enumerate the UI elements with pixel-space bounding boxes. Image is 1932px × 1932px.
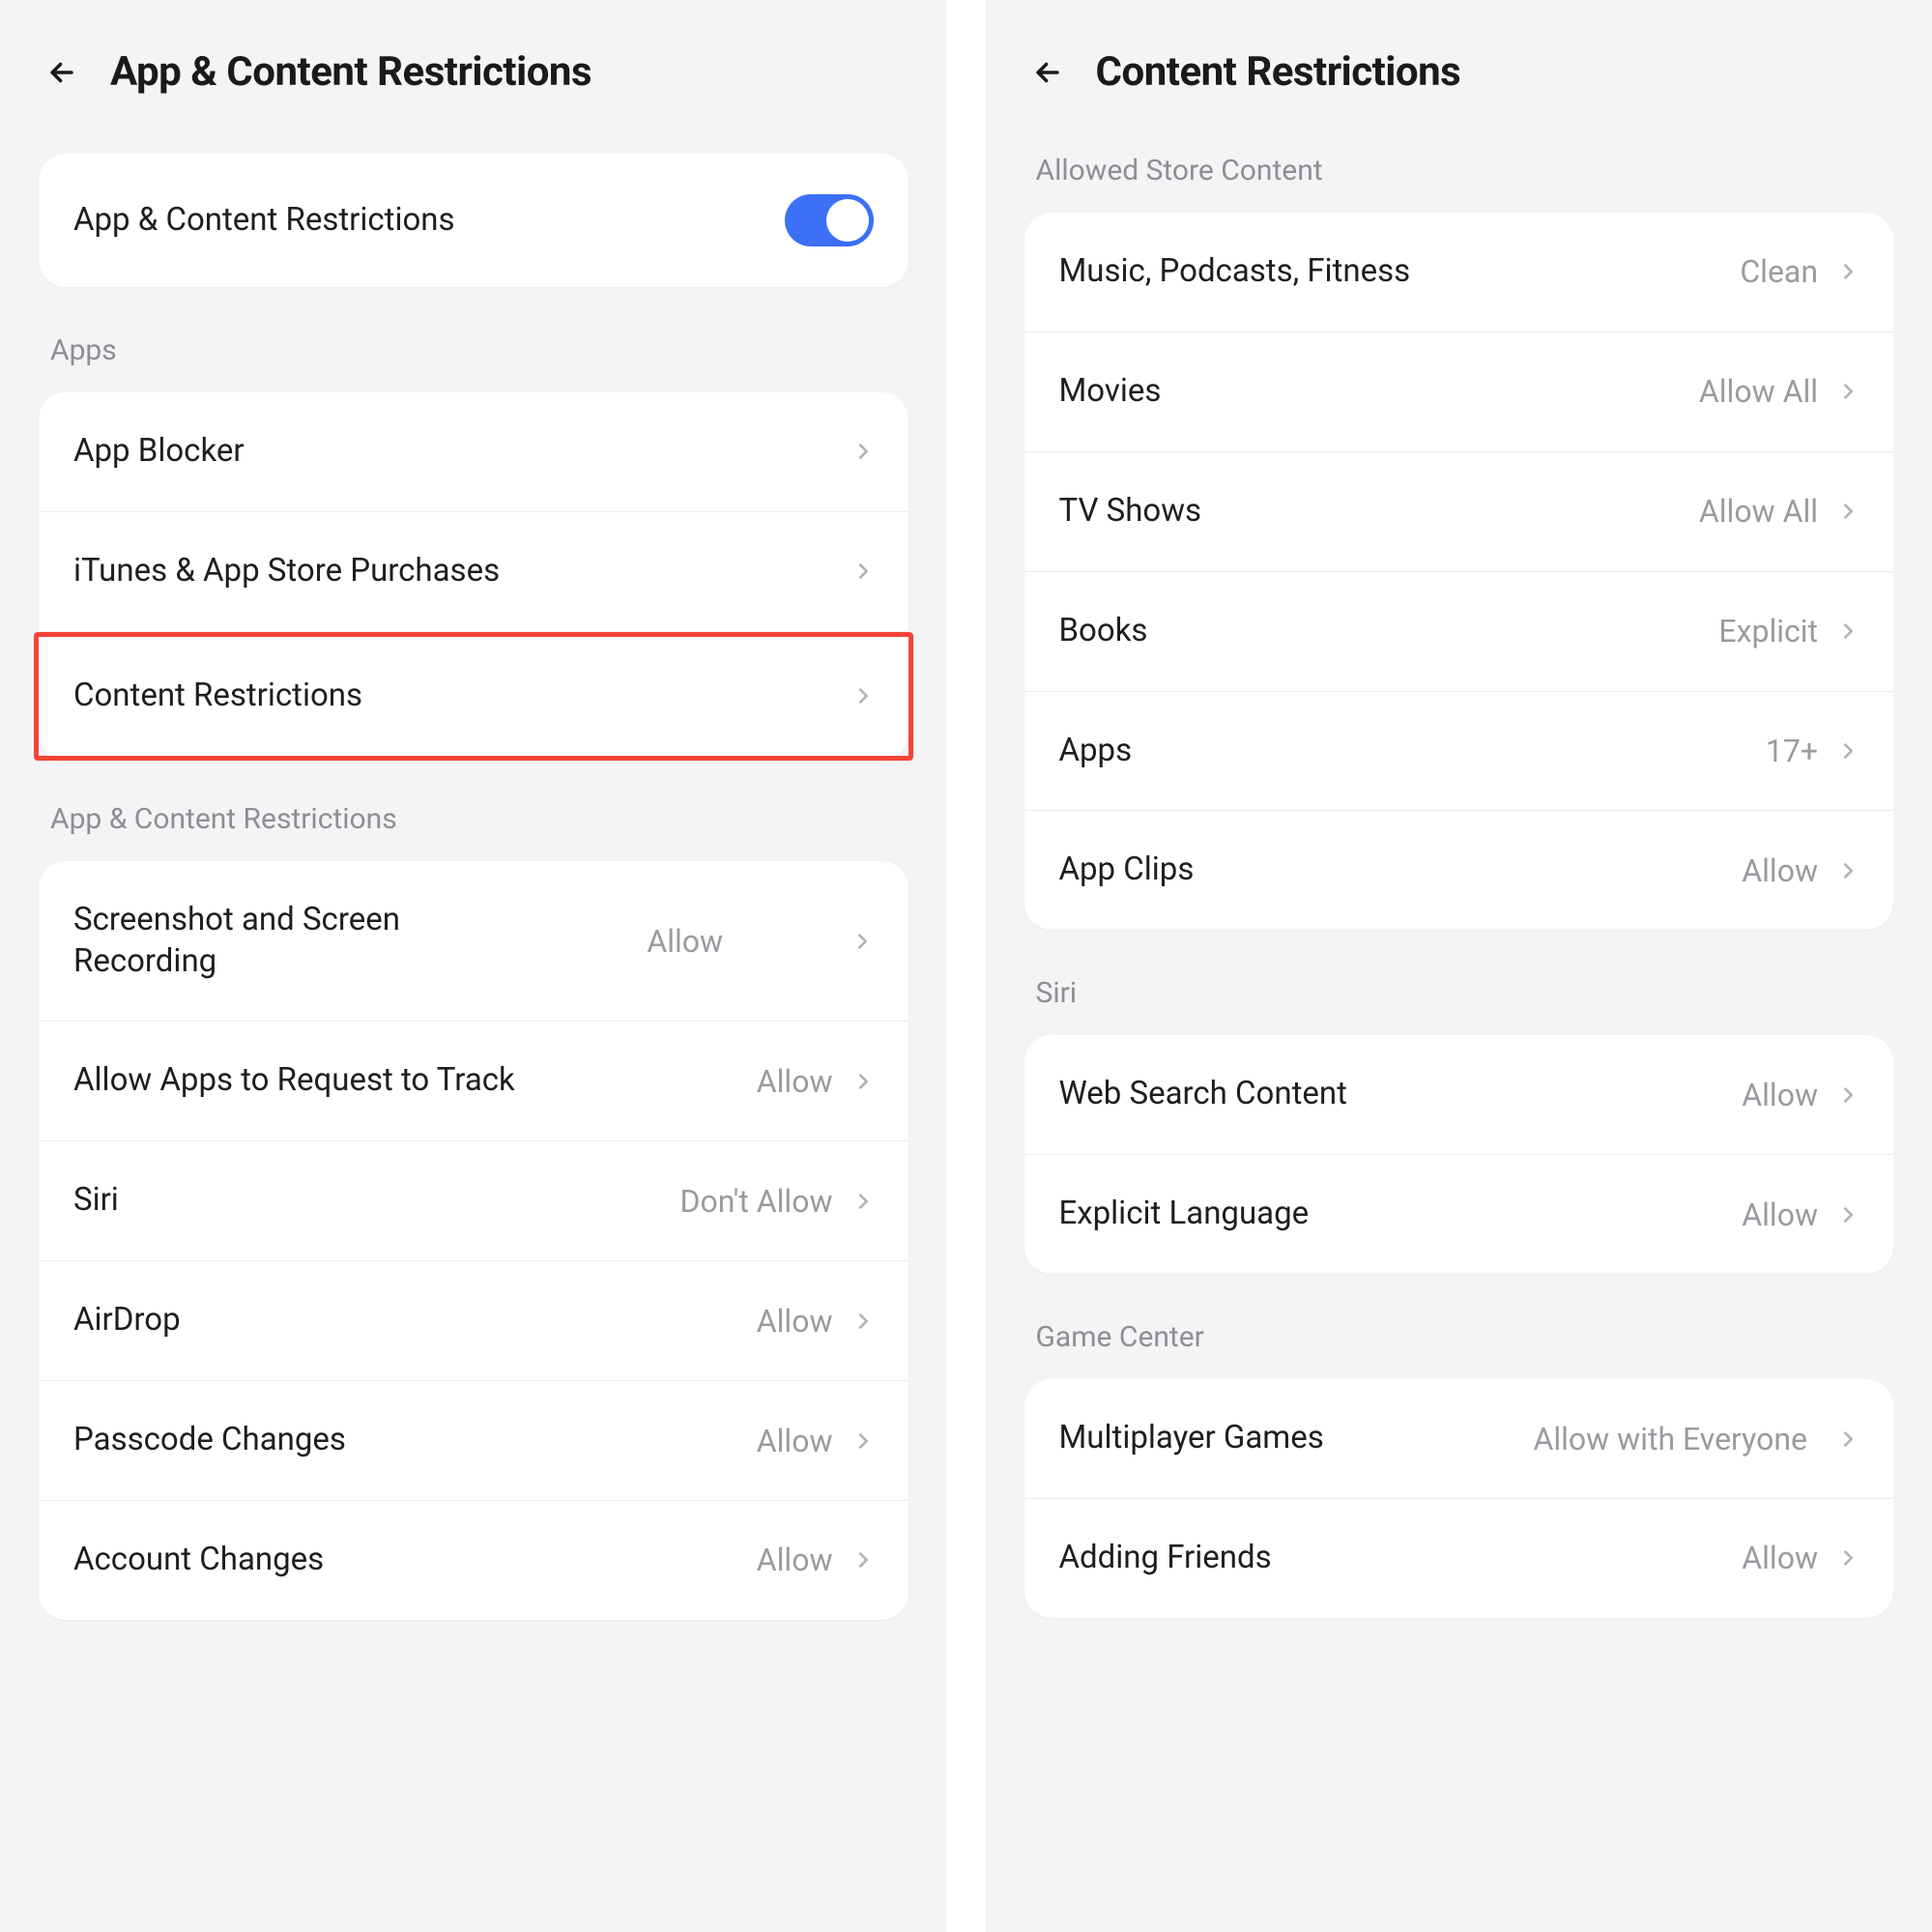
chevron-right-icon [1837,1547,1859,1569]
row-label: iTunes & App Store Purchases [73,551,852,592]
account-row[interactable]: Account Changes Allow [39,1501,908,1620]
chevron-right-icon [852,1549,874,1571]
row-value: Allow [757,1423,833,1459]
chevron-right-icon [852,561,874,582]
chevron-right-icon [852,1071,874,1092]
row-label: Siri [73,1180,679,1222]
music-row[interactable]: Music, Podcasts, Fitness Clean [1024,213,1894,332]
row-label: Music, Podcasts, Fitness [1059,251,1741,293]
chevron-right-icon [1837,1204,1859,1226]
row-value: Don't Allow [679,1183,832,1220]
back-button[interactable] [43,53,81,92]
back-button[interactable] [1028,53,1067,92]
row-label: Web Search Content [1059,1074,1743,1115]
row-label: Apps [1059,731,1766,772]
chevron-right-icon [852,685,874,706]
row-label: Explicit Language [1059,1194,1743,1235]
movies-row[interactable]: Movies Allow All [1024,332,1894,452]
page-title: App & Content Restrictions [110,48,591,96]
multiplayer-row[interactable]: Multiplayer Games Allow with Everyone [1024,1379,1894,1499]
row-label: Passcode Changes [73,1420,757,1461]
chevron-right-icon [851,931,873,952]
row-value: Allow [757,1063,833,1100]
chevron-right-icon [1837,261,1859,282]
row-value: Allow All [1699,493,1818,530]
toggle-card: App & Content Restrictions [39,154,908,287]
passcode-row[interactable]: Passcode Changes Allow [39,1381,908,1501]
apps-row[interactable]: Apps 17+ [1024,692,1894,812]
row-label: Adding Friends [1059,1538,1743,1579]
itunes-row[interactable]: iTunes & App Store Purchases [39,512,908,632]
row-value: Allow All [1699,373,1818,410]
row-label: Allow Apps to Request to Track [73,1060,757,1102]
apps-section-label: Apps [39,333,908,367]
siri-section-label: Siri [1024,976,1894,1010]
chevron-right-icon [1837,740,1859,762]
web-search-row[interactable]: Web Search Content Allow [1024,1035,1894,1155]
row-value: 17+ [1766,733,1818,769]
row-value: Allow [1742,1077,1818,1113]
left-panel: App & Content Restrictions App & Content… [0,0,947,1932]
arrow-left-icon [1031,56,1064,89]
chevron-right-icon [1837,620,1859,642]
row-label: AirDrop [73,1300,757,1341]
tv-row[interactable]: TV Shows Allow All [1024,452,1894,572]
airdrop-row[interactable]: AirDrop Allow [39,1261,908,1381]
highlight-box: Content Restrictions [34,632,913,761]
content-restrictions-row[interactable]: Content Restrictions [39,637,908,756]
row-label: Movies [1059,371,1699,413]
row-value: Allow with Everyone [1533,1421,1807,1457]
right-panel: Content Restrictions Allowed Store Conte… [986,0,1932,1932]
row-value: Clean [1740,253,1818,290]
row-label: Account Changes [73,1540,757,1581]
chevron-right-icon [852,1311,874,1332]
friends-row[interactable]: Adding Friends Allow [1024,1499,1894,1618]
chevron-right-icon [852,1191,874,1212]
row-value: Allow [1742,1197,1818,1233]
row-value: Allow [647,923,723,960]
siri-row[interactable]: Siri Don't Allow [39,1141,908,1261]
left-header: App & Content Restrictions [39,48,908,96]
chevron-right-icon [1837,1428,1859,1450]
row-label: App Blocker [73,431,852,473]
store-card: Music, Podcasts, Fitness Clean Movies Al… [1024,213,1894,930]
chevron-right-icon [1837,381,1859,402]
row-label: App Clips [1059,850,1743,891]
app-blocker-row[interactable]: App Blocker [39,392,908,512]
restrictions-card: Screenshot and Screen Recording Allow Al… [39,861,908,1620]
chevron-right-icon [1837,501,1859,522]
explicit-lang-row[interactable]: Explicit Language Allow [1024,1155,1894,1274]
row-label: Content Restrictions [73,676,852,717]
row-value: Allow [1742,1540,1818,1576]
screenshot-row[interactable]: Screenshot and Screen Recording Allow [39,861,908,1023]
toggle-switch[interactable] [785,194,874,246]
toggle-label: App & Content Restrictions [73,200,785,242]
restrictions-toggle-row[interactable]: App & Content Restrictions [39,154,908,287]
row-label: Multiplayer Games [1059,1418,1523,1459]
chevron-right-icon [852,1430,874,1452]
gamecenter-section-label: Game Center [1024,1320,1894,1354]
row-value: Allow [757,1542,833,1578]
right-header: Content Restrictions [1024,48,1894,96]
row-label: Screenshot and Screen Recording [73,900,537,983]
track-row[interactable]: Allow Apps to Request to Track Allow [39,1022,908,1141]
page-title: Content Restrictions [1096,48,1461,96]
chevron-right-icon [1837,1084,1859,1106]
gamecenter-card: Multiplayer Games Allow with Everyone Ad… [1024,1379,1894,1618]
row-value: Allow [757,1303,833,1340]
siri-card: Web Search Content Allow Explicit Langua… [1024,1035,1894,1274]
row-label: TV Shows [1059,491,1699,533]
chevron-right-icon [1837,860,1859,881]
row-value: Allow [1742,852,1818,889]
store-section-label: Allowed Store Content [1024,154,1894,187]
row-value: Explicit [1718,613,1818,649]
books-row[interactable]: Books Explicit [1024,572,1894,692]
arrow-left-icon [45,56,78,89]
apps-card: App Blocker iTunes & App Store Purchases… [39,392,908,761]
appclips-row[interactable]: App Clips Allow [1024,811,1894,930]
chevron-right-icon [852,441,874,462]
restrictions-section-label: App & Content Restrictions [39,802,908,836]
row-label: Books [1059,611,1719,652]
